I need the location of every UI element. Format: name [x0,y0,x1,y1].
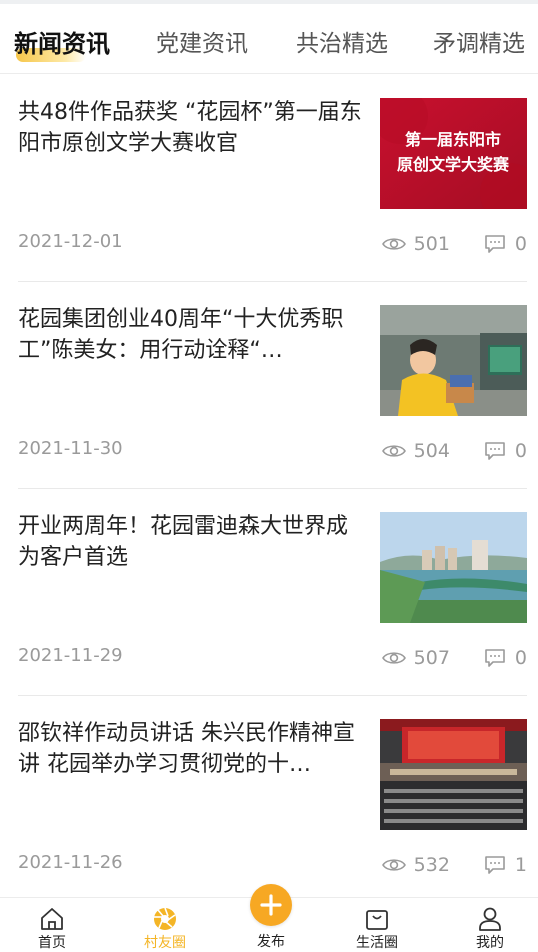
thumb-caption-line1: 第一届东阳市 [405,130,501,149]
plus-icon [260,894,282,916]
article-thumbnail[interactable] [380,512,527,623]
publish-circle[interactable] [250,884,292,926]
nav-life-circle[interactable]: 生活圈 [342,898,412,952]
list-item[interactable]: 开业两周年！花园雷迪森大世界成为客户首选 2021-11-29 507 0 [0,489,538,696]
article-stats: 532 1 [381,854,527,876]
article-thumbnail[interactable] [380,305,527,416]
view-count: 507 [413,647,450,669]
comment-icon[interactable] [484,234,506,254]
article-title[interactable]: 共48件作品获奖 “花园杯”第一届东阳市原创文学大赛收官 [18,97,363,159]
comment-count: 0 [514,233,527,255]
nav-village-circle-label: 村友圈 [144,935,186,951]
article-stats: 501 0 [381,233,527,255]
list-item[interactable]: 共48件作品获奖 “花园杯”第一届东阳市原创文学大赛收官 第一届东阳市 原创文学… [0,75,538,282]
article-title[interactable]: 花园集团创业40周年“十大优秀职工”陈美女：用行动诠释“… [18,304,363,366]
article-thumbnail[interactable]: 第一届东阳市 原创文学大奖赛 [380,98,527,209]
article-stats: 504 0 [381,440,527,462]
publish-label: 发布 [257,934,285,950]
thumb-caption-line2: 原创文学大奖赛 [397,155,510,174]
nav-mine-label: 我的 [476,935,504,951]
article-date: 2021-11-29 [18,645,123,666]
article-stats: 507 0 [381,647,527,669]
shopping-bag-icon [366,910,388,930]
article-thumbnail[interactable] [380,719,527,830]
list-item[interactable]: 邵钦祥作动员讲话 朱兴民作精神宣讲 花园举办学习贯彻党的十… 2021-11-2… [0,696,538,903]
tab-news[interactable]: 新闻资讯 [14,24,110,59]
article-date: 2021-12-01 [18,231,123,252]
tab-co-governance[interactable]: 共治精选 [296,24,388,58]
comment-count: 0 [514,440,527,462]
eye-icon [381,859,406,871]
category-tabs: 新闻资讯 党建资讯 共治精选 矛调精选 [0,4,538,74]
article-title[interactable]: 邵钦祥作动员讲话 朱兴民作精神宣讲 花园举办学习贯彻党的十… [18,718,363,780]
comment-icon[interactable] [484,441,506,461]
eye-icon [381,652,406,664]
comment-count: 1 [514,854,527,876]
comment-icon[interactable] [484,648,506,668]
view-count: 532 [413,854,450,876]
comment-count: 0 [514,647,527,669]
article-date: 2021-11-26 [18,852,123,873]
list-item[interactable]: 花园集团创业40周年“十大优秀职工”陈美女：用行动诠释“… 2021-11-30… [0,282,538,489]
article-date: 2021-11-30 [18,438,123,459]
article-title[interactable]: 开业两周年！花园雷迪森大世界成为客户首选 [18,511,363,573]
nav-mine[interactable]: 我的 [455,898,525,952]
aperture-icon [154,907,176,930]
tab-party-building[interactable]: 党建资讯 [156,24,248,58]
tab-mediation[interactable]: 矛调精选 [433,24,525,58]
eye-icon [381,445,406,457]
view-count: 504 [413,440,450,462]
nav-home[interactable]: 首页 [17,898,87,952]
comment-icon[interactable] [484,855,506,875]
nav-home-label: 首页 [38,935,66,951]
user-icon [479,907,501,931]
view-count: 501 [413,233,450,255]
nav-life-circle-label: 生活圈 [356,935,398,951]
home-icon [41,908,63,930]
nav-village-circle[interactable]: 村友圈 [130,898,200,952]
publish-button[interactable]: 发布 [236,882,306,952]
eye-icon [381,238,406,250]
